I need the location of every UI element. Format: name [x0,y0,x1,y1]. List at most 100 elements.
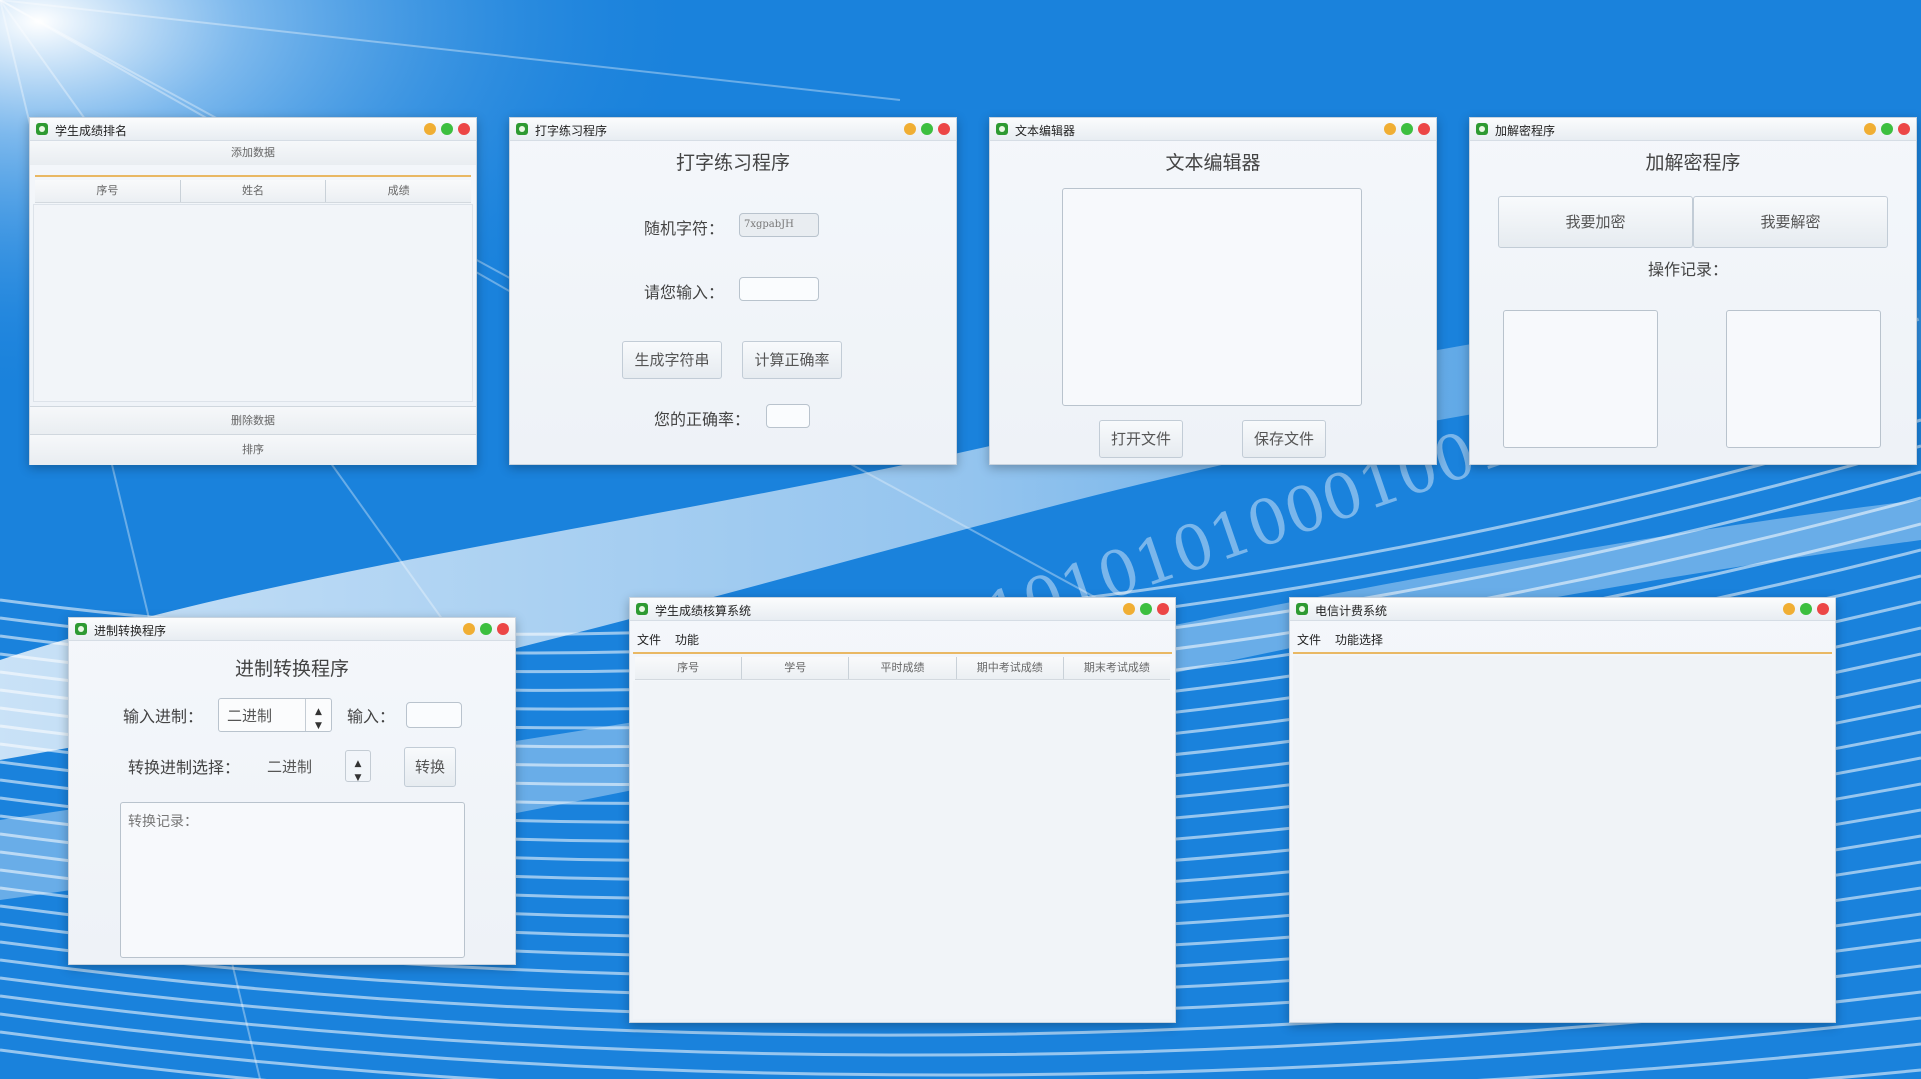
number-input[interactable] [406,702,462,728]
column-header[interactable]: 成绩 [326,180,471,202]
window-title: 加解密程序 [1495,124,1556,138]
app-icon [1476,123,1488,135]
updown-arrows-icon[interactable]: ▲ ▼ [305,699,331,731]
conversion-log-placeholder: 转换记录： [128,814,198,830]
minimize-button[interactable] [904,123,916,135]
close-button[interactable] [458,123,470,135]
minimize-button[interactable] [1864,123,1876,135]
column-header[interactable]: 期中考试成绩 [957,657,1064,679]
close-button[interactable] [497,623,509,635]
window-title: 文本编辑器 [1015,124,1076,138]
close-button[interactable] [1898,123,1910,135]
minimize-button[interactable] [1384,123,1396,135]
window-title: 学生成绩排名 [55,124,128,138]
maximize-button[interactable] [1401,123,1413,135]
content-area[interactable] [1293,656,1832,1019]
app-icon [636,603,648,615]
close-button[interactable] [1157,603,1169,615]
input-label: 请您输入： [644,283,725,302]
window-title: 电信计费系统 [1315,604,1388,618]
conversion-log-area[interactable]: 转换记录： [120,802,465,958]
encrypt-button[interactable]: 我要加密 [1498,196,1693,248]
operation-log-label: 操作记录： [1648,260,1729,279]
input-base-select[interactable]: 二进制 ▲ ▼ [218,698,332,732]
encrypt-log-box[interactable] [1503,310,1658,448]
typing-input[interactable] [739,277,819,301]
titlebar[interactable]: 学生成绩核算系统 [630,598,1175,621]
titlebar[interactable]: 打字练习程序 [510,118,956,141]
target-base-label: 转换进制选择： [128,758,241,777]
minimize-button[interactable] [1123,603,1135,615]
menu-function-select[interactable]: 功能选择 [1335,631,1383,648]
focus-underline [1293,652,1832,654]
menu-file[interactable]: 文件 [1297,631,1321,648]
window-typing-practice: 打字练习程序 打字练习程序 随机字符： 7xgpabJH 请您输入： 生成字符串… [509,117,957,465]
minimize-button[interactable] [424,123,436,135]
column-header[interactable]: 序号 [35,180,181,202]
delete-data-button[interactable]: 删除数据 [30,406,476,435]
window-title: 学生成绩核算系统 [655,604,752,618]
calc-accuracy-button[interactable]: 计算正确率 [742,341,842,379]
random-label: 随机字符： [644,219,725,238]
close-button[interactable] [1817,603,1829,615]
titlebar[interactable]: 电信计费系统 [1290,598,1835,621]
page-title: 打字练习程序 [675,152,790,174]
app-icon [996,123,1008,135]
page-title: 进制转换程序 [234,658,349,680]
titlebar[interactable]: 文本编辑器 [990,118,1436,141]
accuracy-field [766,404,810,428]
generate-string-button[interactable]: 生成字符串 [622,341,722,379]
table-header: 序号 姓名 成绩 [35,180,471,203]
app-icon [1296,603,1308,615]
maximize-button[interactable] [1800,603,1812,615]
column-header[interactable]: 期末考试成绩 [1064,657,1170,679]
app-icon [75,623,87,635]
add-data-button[interactable]: 添加数据 [30,141,476,165]
titlebar[interactable]: 进制转换程序 [69,618,515,641]
column-header[interactable]: 姓名 [181,180,327,202]
window-title: 进制转换程序 [94,624,167,638]
menu-file[interactable]: 文件 [637,631,661,648]
target-base-select[interactable]: 二进制 ▲ ▼ [258,749,372,783]
menu-function[interactable]: 功能 [675,631,699,648]
titlebar[interactable]: 加解密程序 [1470,118,1916,141]
page-title: 文本编辑器 [1165,152,1261,174]
maximize-button[interactable] [480,623,492,635]
sort-button[interactable]: 排序 [30,434,476,465]
target-base-value: 二进制 [267,758,313,776]
maximize-button[interactable] [441,123,453,135]
input-base-value: 二进制 [227,707,273,725]
random-string-field: 7xgpabJH [739,213,819,237]
updown-arrows-icon[interactable]: ▲ ▼ [345,750,371,783]
convert-button[interactable]: 转换 [404,747,456,787]
maximize-button[interactable] [921,123,933,135]
close-button[interactable] [938,123,950,135]
maximize-button[interactable] [1881,123,1893,135]
column-header[interactable]: 学号 [742,657,850,679]
page-title: 加解密程序 [1645,152,1741,174]
table-body[interactable] [33,204,473,402]
focus-underline [35,175,471,177]
text-area[interactable] [1062,188,1362,406]
window-student-ranking: 学生成绩排名 添加数据 序号 姓名 成绩 删除数据 排序 [29,117,477,465]
maximize-button[interactable] [1140,603,1152,615]
decrypt-button[interactable]: 我要解密 [1693,196,1888,248]
window-text-editor: 文本编辑器 文本编辑器 打开文件 保存文件 [989,117,1437,465]
window-telecom-billing: 电信计费系统 文件 功能选择 [1289,597,1836,1023]
open-file-button[interactable]: 打开文件 [1099,420,1183,458]
input-base-label: 输入进制： [123,707,204,726]
app-icon [516,123,528,135]
minimize-button[interactable] [1783,603,1795,615]
app-icon [36,123,48,135]
minimize-button[interactable] [463,623,475,635]
table-body[interactable] [633,681,1172,1019]
titlebar[interactable]: 学生成绩排名 [30,118,476,141]
window-title: 打字练习程序 [535,124,608,138]
close-button[interactable] [1418,123,1430,135]
column-header[interactable]: 平时成绩 [849,657,957,679]
window-encrypt-decrypt: 加解密程序 加解密程序 我要加密 我要解密 操作记录： [1469,117,1917,465]
input-label: 输入： [347,707,396,726]
save-file-button[interactable]: 保存文件 [1242,420,1326,458]
decrypt-log-box[interactable] [1726,310,1881,448]
column-header[interactable]: 序号 [635,657,743,679]
